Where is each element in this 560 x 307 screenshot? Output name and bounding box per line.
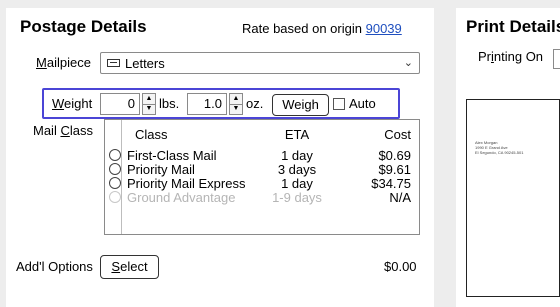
- mailpiece-label-text: ailpiece: [46, 55, 91, 70]
- stepper-down-icon[interactable]: ▼: [230, 104, 242, 114]
- class-eta: 1-9 days: [272, 190, 322, 205]
- rate-origin-text: Rate based on origin: [242, 21, 362, 36]
- chevron-down-icon: ⌄: [403, 57, 413, 69]
- envelope-preview: Alex Morgan 1990 E Grand Ave El Segundo,…: [466, 99, 560, 297]
- mailpiece-label-mnemonic: M: [36, 55, 47, 70]
- radio-button[interactable]: [109, 177, 121, 189]
- class-cost: $34.75: [371, 176, 411, 191]
- weight-label-text: eight: [64, 96, 93, 111]
- mailpiece-label: Mailpiece: [36, 55, 91, 70]
- printing-on-text: nting On: [493, 49, 544, 64]
- weight-group: Weight 0 ▲ ▼ lbs. 1.0 ▲ ▼ oz. Weigh Auto: [42, 88, 400, 119]
- mail-class-label: Mail Class: [33, 123, 93, 138]
- auto-label: Auto: [349, 96, 376, 111]
- envelope-icon: [107, 59, 120, 67]
- stepper-down-icon[interactable]: ▼: [143, 104, 155, 114]
- mail-class-label-mnemonic: C: [60, 123, 70, 138]
- print-details-title: Print Details: [466, 17, 560, 36]
- addl-options-price: $0.00: [384, 259, 417, 274]
- class-cost: N/A: [389, 190, 411, 205]
- mail-class-label-pre: Mail: [33, 123, 61, 138]
- class-name: First-Class Mail: [127, 148, 217, 163]
- mailpiece-select[interactable]: Letters ⌄: [100, 52, 420, 74]
- class-cost: $9.61: [378, 162, 411, 177]
- lbs-stepper[interactable]: ▲ ▼: [142, 93, 156, 115]
- mail-class-row[interactable]: Priority Mail 3 days $9.61: [105, 162, 419, 177]
- class-eta: 1 day: [281, 176, 313, 191]
- lbs-unit: lbs.: [159, 96, 180, 111]
- class-name: Ground Advantage: [127, 190, 236, 205]
- oz-unit: oz.: [246, 96, 264, 111]
- mail-class-label-text: lass: [69, 123, 93, 138]
- select-mnemonic: S: [111, 259, 121, 274]
- mail-class-row[interactable]: First-Class Mail 1 day $0.69: [105, 148, 419, 163]
- class-cost: $0.69: [378, 148, 411, 163]
- mail-class-row[interactable]: Priority Mail Express 1 day $34.75: [105, 176, 419, 191]
- class-eta: 1 day: [281, 148, 313, 163]
- class-name: Priority Mail: [127, 162, 195, 177]
- mailpiece-value: Letters: [125, 56, 165, 71]
- select-options-button[interactable]: Select: [100, 255, 159, 279]
- weight-label: Weight: [52, 96, 92, 111]
- address-line: El Segundo, CA 90245-501: [475, 150, 524, 155]
- return-address: Alex Morgan 1990 E Grand Ave El Segundo,…: [475, 140, 523, 155]
- postage-details-title: Postage Details: [20, 17, 147, 36]
- printing-on-select[interactable]: [553, 49, 560, 69]
- eta-header: ETA: [284, 127, 310, 142]
- print-details-panel: Print Details Printing On Alex Morgan 19…: [456, 8, 560, 307]
- radio-button[interactable]: [109, 149, 121, 161]
- class-name: Priority Mail Express: [127, 176, 246, 191]
- auto-checkbox[interactable]: [333, 98, 345, 110]
- oz-stepper[interactable]: ▲ ▼: [229, 93, 243, 115]
- class-header: Class: [135, 127, 168, 142]
- origin-zip-link[interactable]: 90039: [366, 21, 402, 36]
- select-text: elect: [120, 259, 148, 274]
- postage-details-panel: Postage Details Rate based on origin 900…: [6, 8, 434, 307]
- mail-class-row-disabled: Ground Advantage 1-9 days N/A: [105, 190, 419, 205]
- weight-label-mnemonic: W: [52, 96, 65, 111]
- cost-header: Cost: [384, 127, 411, 142]
- printing-on-label: Printing On: [478, 49, 543, 64]
- printing-on-pre: Pr: [478, 49, 491, 64]
- lbs-input[interactable]: 0: [100, 93, 140, 115]
- class-eta: 3 days: [277, 162, 317, 177]
- radio-button[interactable]: [109, 163, 121, 175]
- rate-origin: Rate based on origin 90039: [242, 21, 402, 36]
- mail-class-table: Class ETA Cost First-Class Mail 1 day $0…: [104, 119, 420, 235]
- radio-button: [109, 191, 121, 203]
- oz-input[interactable]: 1.0: [187, 93, 227, 115]
- weigh-button[interactable]: Weigh: [272, 94, 329, 116]
- addl-options-label: Add'l Options: [16, 259, 93, 274]
